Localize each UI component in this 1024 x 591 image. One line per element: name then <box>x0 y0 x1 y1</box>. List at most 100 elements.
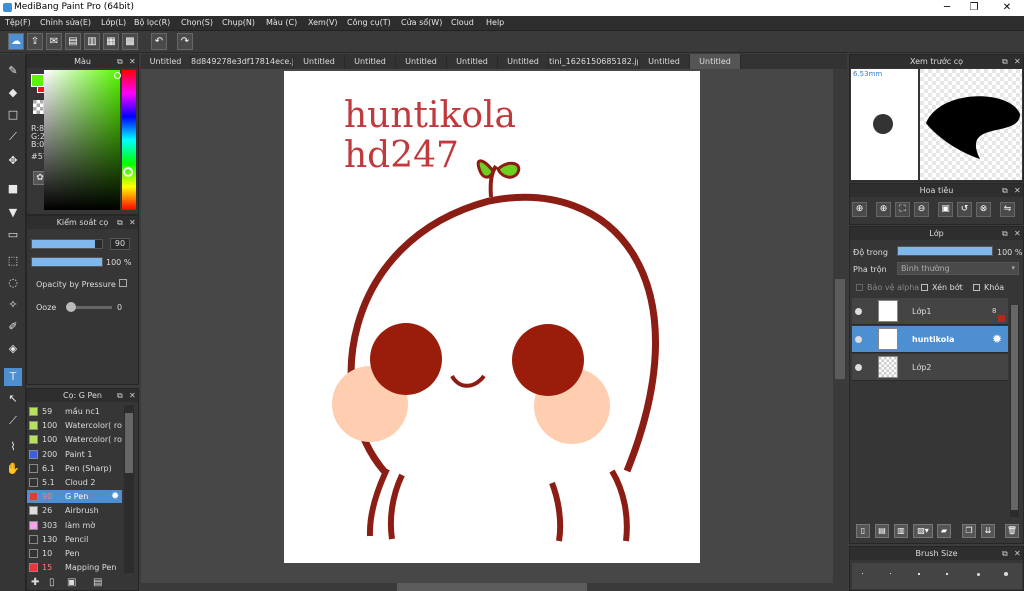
close-icon[interactable]: ✕ <box>1014 547 1021 560</box>
duplicate-layer-icon[interactable]: ❐ <box>962 524 976 538</box>
zoom-out-icon[interactable]: ⊖ <box>914 202 929 217</box>
gear-icon[interactable]: ✹ <box>111 490 119 503</box>
sv-cursor[interactable] <box>114 72 121 79</box>
popout-icon[interactable]: ⧉ <box>117 55 123 68</box>
popout-icon[interactable]: ⧉ <box>1002 227 1008 240</box>
share-icon[interactable]: ⇪ <box>27 33 43 50</box>
new-halftone-layer-icon[interactable]: ▤ <box>875 524 889 538</box>
hue-slider[interactable] <box>122 70 136 210</box>
rotate-left-icon[interactable]: ↺ <box>957 202 972 217</box>
close-icon[interactable]: ✕ <box>129 216 136 229</box>
main-color-swatch[interactable] <box>31 74 44 87</box>
brush-list-item[interactable]: 303 làm mờ <box>27 519 122 532</box>
size-dot[interactable] <box>918 573 920 575</box>
canvas-vertical-scrollbar[interactable] <box>833 69 847 583</box>
document-tab[interactable]: Untitled <box>690 54 741 69</box>
size-dot[interactable] <box>890 573 891 574</box>
reset-rotation-icon[interactable]: ⊗ <box>976 202 991 217</box>
popout-icon[interactable]: ⧉ <box>117 216 123 229</box>
line-tool-icon[interactable]: ⟋ <box>4 128 22 146</box>
size-dot[interactable] <box>977 573 980 576</box>
menu-layer[interactable]: Lớp(L) <box>101 18 126 27</box>
popout-icon[interactable]: ⧉ <box>117 389 123 402</box>
select-rect-icon[interactable]: ⬚ <box>4 252 22 270</box>
operation-tool-icon[interactable]: ↖ <box>4 390 22 408</box>
document-tab[interactable]: 8d849278e3df17814ece.jpg <box>191 54 294 69</box>
menu-select[interactable]: Chọn(S) <box>181 18 213 27</box>
menu-capture[interactable]: Chụp(N) <box>222 18 255 27</box>
menu-edit[interactable]: Chỉnh sửa(E) <box>40 18 91 27</box>
flip-icon[interactable]: ⇋ <box>1000 202 1015 217</box>
layer-row-3[interactable]: Lớp2 <box>852 354 1008 381</box>
maximize-button[interactable]: ❐ <box>962 1 986 15</box>
clipping-checkbox[interactable] <box>921 284 928 291</box>
new-1bit-layer-icon[interactable]: ▥ <box>894 524 908 538</box>
gear-icon[interactable]: ✹ <box>992 326 1002 353</box>
select-pen-icon[interactable]: ✐ <box>4 318 22 336</box>
protect-alpha-checkbox[interactable] <box>856 284 863 291</box>
brush-list-scroll-thumb[interactable] <box>125 413 133 473</box>
grid-icon[interactable]: ▦ <box>103 33 119 50</box>
layer-opacity-slider[interactable] <box>897 246 993 256</box>
menu-help[interactable]: Help <box>486 18 504 27</box>
comment-icon[interactable]: ✉ <box>46 33 62 50</box>
close-icon[interactable]: ✕ <box>1014 55 1021 68</box>
divide-tool-icon[interactable]: ⟋ <box>4 412 22 430</box>
eye-icon[interactable] <box>855 336 862 343</box>
menu-cloud[interactable]: Cloud <box>451 18 474 27</box>
delete-layer-icon[interactable]: 🗑 <box>1005 524 1019 538</box>
fit-view-icon[interactable]: ⛶ <box>895 202 910 217</box>
folder-icon[interactable]: ▰ <box>937 524 951 538</box>
opacity-pressure-checkbox[interactable] <box>119 279 127 287</box>
document-tab[interactable]: Untitled <box>447 54 498 69</box>
close-button[interactable]: ✕ <box>995 1 1019 15</box>
brush-list-scrollbar[interactable] <box>124 405 134 573</box>
brush-size-slider[interactable] <box>31 239 103 249</box>
brush-info-icon[interactable]: ▤ <box>93 577 102 588</box>
rectangle-tool-icon[interactable]: □ <box>4 106 22 124</box>
add-layer-menu-icon[interactable]: ▧▾ <box>913 524 933 538</box>
brush-list-item[interactable]: 90 G Pen ✹ <box>27 490 122 504</box>
size-dot[interactable] <box>946 573 948 575</box>
brush-settings-icon[interactable]: ▣ <box>67 577 76 588</box>
merge-layer-icon[interactable]: ⇊ <box>981 524 995 538</box>
document-tab[interactable]: Untitled <box>498 54 549 69</box>
brush-list-item[interactable]: 10 Pen <box>27 547 122 560</box>
fill-rect-tool-icon[interactable]: ■ <box>4 180 22 198</box>
brush-list-item[interactable]: 100 Watercolor( ro <box>27 419 122 432</box>
size-dot[interactable] <box>1004 572 1008 576</box>
document-tab[interactable]: Untitled <box>141 54 191 69</box>
eyedropper-icon[interactable]: ⌇ <box>4 438 22 456</box>
brush-list-item[interactable]: 100 Watercolor( ro <box>27 433 122 446</box>
bucket-tool-icon[interactable]: ▼ <box>4 204 22 222</box>
speech-bubble-icon[interactable]: ▤ <box>65 33 81 50</box>
document-icon[interactable]: ▥ <box>84 33 100 50</box>
move-tool-icon[interactable]: ✥ <box>4 152 22 170</box>
layers-scrollbar[interactable] <box>1010 305 1019 517</box>
brush-list-item[interactable]: 6.1 Pen (Sharp) <box>27 462 122 475</box>
zoom-in-alt-icon[interactable]: ⊕ <box>876 202 891 217</box>
layer-row-2[interactable]: huntikola ✹ <box>852 326 1008 353</box>
menu-view[interactable]: Xem(V) <box>308 18 338 27</box>
brush-tool-icon[interactable]: ✎ <box>4 62 22 80</box>
text-tool-icon[interactable]: T <box>4 368 22 386</box>
size-dot[interactable] <box>862 573 863 574</box>
cloud-icon[interactable]: ☁ <box>8 33 24 50</box>
add-brush-icon[interactable]: ✚ <box>31 577 39 588</box>
layer-row-1[interactable]: Lớp1 8 <box>852 298 1008 325</box>
hue-cursor[interactable] <box>123 167 133 177</box>
popout-icon[interactable]: ⧉ <box>1002 55 1008 68</box>
magic-wand-icon[interactable]: ✧ <box>4 296 22 314</box>
brush-opacity-slider[interactable] <box>31 257 103 267</box>
canvas-horizontal-scrollbar[interactable] <box>141 583 847 591</box>
new-layer-icon[interactable]: ▯ <box>856 524 870 538</box>
brush-size-value[interactable]: 90 <box>110 238 130 250</box>
eye-icon[interactable] <box>855 308 862 315</box>
eye-icon[interactable] <box>855 364 862 371</box>
drawing-canvas[interactable]: huntikola hd247 <box>284 71 700 563</box>
lasso-tool-icon[interactable]: ◌ <box>4 274 22 292</box>
close-icon[interactable]: ✕ <box>129 389 136 402</box>
brush-list-item[interactable]: 130 Pencil <box>27 533 122 546</box>
document-tab[interactable]: tini_1626150685182.jpg <box>549 54 639 69</box>
select-eraser-icon[interactable]: ◈ <box>4 340 22 358</box>
